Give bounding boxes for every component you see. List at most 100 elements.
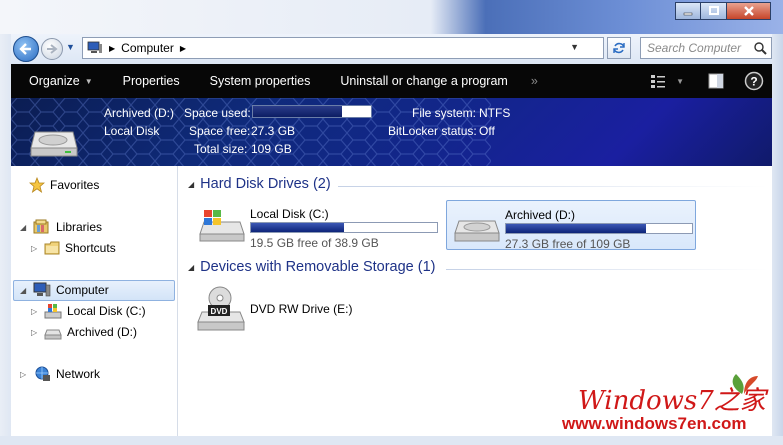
navigation-pane: Favorites ◢ Libraries ▷ Shortcuts ◢ Comp… bbox=[11, 166, 178, 436]
group-header-hard-disk-drives[interactable]: ◢ Hard Disk Drives (2) bbox=[188, 176, 331, 192]
nav-label-favorites: Favorites bbox=[50, 178, 100, 192]
nav-item-shortcuts[interactable]: ▷ Shortcuts bbox=[31, 240, 116, 256]
group-title-hard-disk-drives: Hard Disk Drives (2) bbox=[200, 176, 331, 192]
recent-pages-dropdown[interactable]: ▼ bbox=[66, 42, 75, 52]
computer-icon bbox=[33, 282, 51, 297]
drive-name: Archived (D:) bbox=[505, 208, 576, 222]
breadcrumb-computer[interactable]: Computer bbox=[121, 41, 174, 55]
command-bar: Organize ▼ Properties System properties U… bbox=[11, 64, 772, 98]
caption-buttons bbox=[675, 2, 771, 20]
help-icon[interactable]: ? bbox=[744, 71, 764, 91]
view-options-icon[interactable] bbox=[650, 74, 666, 88]
breadcrumb-separator[interactable]: ▶ bbox=[109, 44, 115, 53]
bitlocker-value: Off bbox=[479, 124, 495, 138]
drive-usage-fill bbox=[251, 223, 344, 232]
collapsed-arrow-icon[interactable]: ▷ bbox=[31, 244, 39, 253]
drive-tile-archived-d[interactable]: Archived (D:) 27.3 GB free of 109 GB bbox=[446, 200, 696, 251]
space-used-label: Space used: bbox=[184, 106, 251, 120]
windows-drive-icon bbox=[44, 304, 62, 319]
nav-label-local-disk-c: Local Disk (C:) bbox=[67, 304, 146, 318]
file-system-value: NTFS bbox=[479, 106, 511, 120]
drive-usage-bar bbox=[505, 223, 693, 234]
properties-button[interactable]: Properties bbox=[108, 64, 195, 98]
network-icon bbox=[35, 366, 50, 381]
bitlocker-label: BitLocker status: bbox=[388, 124, 477, 138]
expanded-arrow-icon[interactable]: ◢ bbox=[20, 286, 28, 295]
address-bar[interactable]: ▶ Computer ▶ ▼ bbox=[82, 37, 604, 59]
nav-item-computer[interactable]: ◢ Computer bbox=[20, 282, 109, 298]
drive-tile-local-disk-c[interactable]: Local Disk (C:) 19.5 GB free of 38.9 GB bbox=[192, 200, 442, 250]
maximize-icon bbox=[708, 6, 719, 15]
forward-button[interactable] bbox=[41, 38, 63, 60]
drive-free-space: 19.5 GB free of 38.9 GB bbox=[250, 236, 379, 250]
maximize-button[interactable] bbox=[701, 2, 727, 20]
close-button[interactable] bbox=[727, 2, 771, 20]
watermark-url: www.windows7en.com bbox=[562, 414, 747, 433]
folder-icon bbox=[44, 241, 60, 255]
star-icon bbox=[29, 177, 45, 193]
hard-drive-icon bbox=[30, 131, 78, 157]
drive-name: DVD RW Drive (E:) bbox=[250, 302, 353, 316]
nav-label-shortcuts: Shortcuts bbox=[65, 241, 116, 255]
watermark-brand: Windows7之家 bbox=[578, 386, 766, 416]
watermark-logo: Windows7之家 www.windows7en.com bbox=[558, 372, 772, 436]
collapsed-arrow-icon[interactable]: ▷ bbox=[20, 370, 28, 379]
library-icon bbox=[33, 219, 49, 234]
drive-free-space: 27.3 GB free of 109 GB bbox=[505, 237, 631, 251]
refresh-icon bbox=[613, 42, 625, 54]
address-row: ▼ ▶ Computer ▶ ▼ Search Computer bbox=[0, 34, 783, 64]
more-commands-button[interactable]: » bbox=[523, 74, 546, 88]
search-placeholder: Search Computer bbox=[647, 41, 742, 55]
nav-label-archived-d: Archived (D:) bbox=[67, 325, 138, 339]
drive-type: Local Disk bbox=[104, 124, 160, 138]
drive-name: Archived (D:) bbox=[104, 106, 175, 120]
group-header-removable-storage[interactable]: ◢ Devices with Removable Storage (1) bbox=[188, 259, 435, 275]
nav-item-libraries[interactable]: ◢ Libraries bbox=[20, 219, 102, 235]
system-properties-button[interactable]: System properties bbox=[195, 64, 326, 98]
nav-item-local-disk-c[interactable]: ▷ Local Disk (C:) bbox=[31, 303, 146, 319]
organize-button[interactable]: Organize ▼ bbox=[11, 64, 108, 98]
system-properties-label: System properties bbox=[209, 74, 311, 88]
expanded-arrow-icon[interactable]: ◢ bbox=[188, 263, 194, 272]
properties-label: Properties bbox=[122, 74, 180, 88]
windows-drive-icon bbox=[199, 210, 245, 242]
expanded-arrow-icon[interactable]: ◢ bbox=[188, 180, 194, 189]
drive-usage-fill bbox=[506, 224, 646, 233]
search-icon[interactable] bbox=[753, 41, 767, 55]
space-free-value: 27.3 GB bbox=[251, 124, 296, 138]
uninstall-button[interactable]: Uninstall or change a program bbox=[325, 64, 522, 98]
minimize-icon bbox=[683, 12, 693, 16]
back-button[interactable] bbox=[13, 36, 39, 62]
space-free-label: Space free: bbox=[189, 124, 251, 138]
drive-tile-dvd-rw-e[interactable]: DVD DVD RW Drive (E:) bbox=[192, 284, 442, 340]
dvd-drive-icon: DVD bbox=[197, 286, 245, 331]
group-divider bbox=[338, 186, 768, 187]
close-icon bbox=[743, 6, 754, 16]
window-border-right bbox=[772, 34, 783, 445]
nav-item-favorites[interactable]: Favorites bbox=[29, 177, 99, 193]
details-pane: Archived (D:) Local Disk Space used: Spa… bbox=[11, 98, 772, 166]
nav-item-network[interactable]: ▷ Network bbox=[20, 366, 100, 382]
address-dropdown[interactable]: ▼ bbox=[570, 42, 579, 52]
total-size-label: Total size: bbox=[194, 142, 248, 156]
nav-item-archived-d[interactable]: ▷ Archived (D:) bbox=[31, 324, 137, 340]
computer-icon bbox=[87, 41, 102, 53]
preview-pane-icon[interactable] bbox=[708, 73, 724, 89]
chevron-down-icon: ▼ bbox=[84, 76, 93, 86]
minimize-button[interactable] bbox=[675, 2, 701, 20]
dvd-badge: DVD bbox=[211, 307, 228, 316]
expanded-arrow-icon[interactable]: ◢ bbox=[20, 223, 28, 232]
breadcrumb-separator[interactable]: ▶ bbox=[180, 44, 186, 53]
collapsed-arrow-icon[interactable]: ▷ bbox=[31, 307, 39, 316]
organize-label: Organize bbox=[29, 74, 80, 88]
uninstall-label: Uninstall or change a program bbox=[340, 74, 508, 88]
nav-label-network: Network bbox=[56, 367, 101, 381]
total-size-value: 109 GB bbox=[251, 142, 292, 156]
search-input[interactable]: Search Computer bbox=[640, 37, 772, 59]
space-used-bar bbox=[252, 105, 372, 118]
refresh-button[interactable] bbox=[607, 37, 631, 59]
collapsed-arrow-icon[interactable]: ▷ bbox=[31, 328, 39, 337]
chevron-down-icon[interactable]: ▼ bbox=[676, 77, 684, 86]
arrow-left-icon bbox=[19, 43, 31, 55]
window-border-left bbox=[0, 34, 11, 445]
